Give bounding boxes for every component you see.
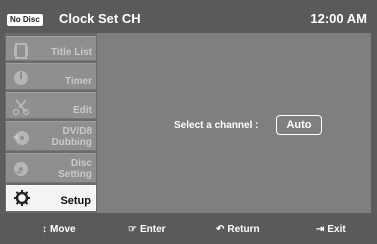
return-icon: ↶ xyxy=(216,224,225,235)
exit-button[interactable]: ⇥ Exit xyxy=(316,224,346,235)
sidebar-item-label: Timer xyxy=(64,76,92,87)
sidebar-item-edit[interactable]: Edit xyxy=(6,92,96,119)
main-panel: Title List Timer Edit DV/D8 Dubbing Disc… xyxy=(5,33,371,213)
sidebar-item-disc-setting[interactable]: Disc Setting xyxy=(6,153,96,183)
move-hint: ↕ Move xyxy=(42,224,76,235)
disc-status-badge: No Disc xyxy=(7,14,43,26)
enter-icon: ☞ xyxy=(128,224,137,235)
clock-display: 12:00 AM xyxy=(310,11,367,26)
film-reel-icon xyxy=(14,43,28,59)
scissors-icon xyxy=(12,99,30,116)
sidebar: Title List Timer Edit DV/D8 Dubbing Disc… xyxy=(5,33,97,213)
page-title: Clock Set CH xyxy=(59,11,141,26)
sidebar-item-timer[interactable]: Timer xyxy=(6,63,96,90)
header-bar: No Disc Clock Set CH 12:00 AM xyxy=(0,0,377,33)
sidebar-item-title-list[interactable]: Title List xyxy=(6,36,96,61)
channel-selector[interactable]: Auto xyxy=(276,115,322,135)
sidebar-item-label: Disc Setting xyxy=(58,158,92,180)
channel-prompt: Select a channel : xyxy=(174,120,259,131)
return-button[interactable]: ↶ Return xyxy=(216,224,260,235)
sidebar-item-setup[interactable]: Setup xyxy=(6,185,96,211)
sidebar-item-label: Edit xyxy=(73,105,92,116)
sidebar-item-label: Setup xyxy=(60,195,91,207)
exit-icon: ⇥ xyxy=(316,224,325,235)
dubbing-icon xyxy=(13,131,29,145)
timer-icon xyxy=(14,71,28,85)
gear-icon xyxy=(14,190,30,206)
move-arrows-icon: ↕ xyxy=(42,224,47,235)
sidebar-item-label: DV/D8 Dubbing xyxy=(51,126,92,148)
disc-icon xyxy=(14,162,28,176)
enter-button[interactable]: ☞ Enter xyxy=(128,224,166,235)
footer-bar: ↕ Move ☞ Enter ↶ Return ⇥ Exit xyxy=(0,213,377,244)
sidebar-item-dubbing[interactable]: DV/D8 Dubbing xyxy=(6,121,96,151)
sidebar-item-label: Title List xyxy=(51,47,92,58)
